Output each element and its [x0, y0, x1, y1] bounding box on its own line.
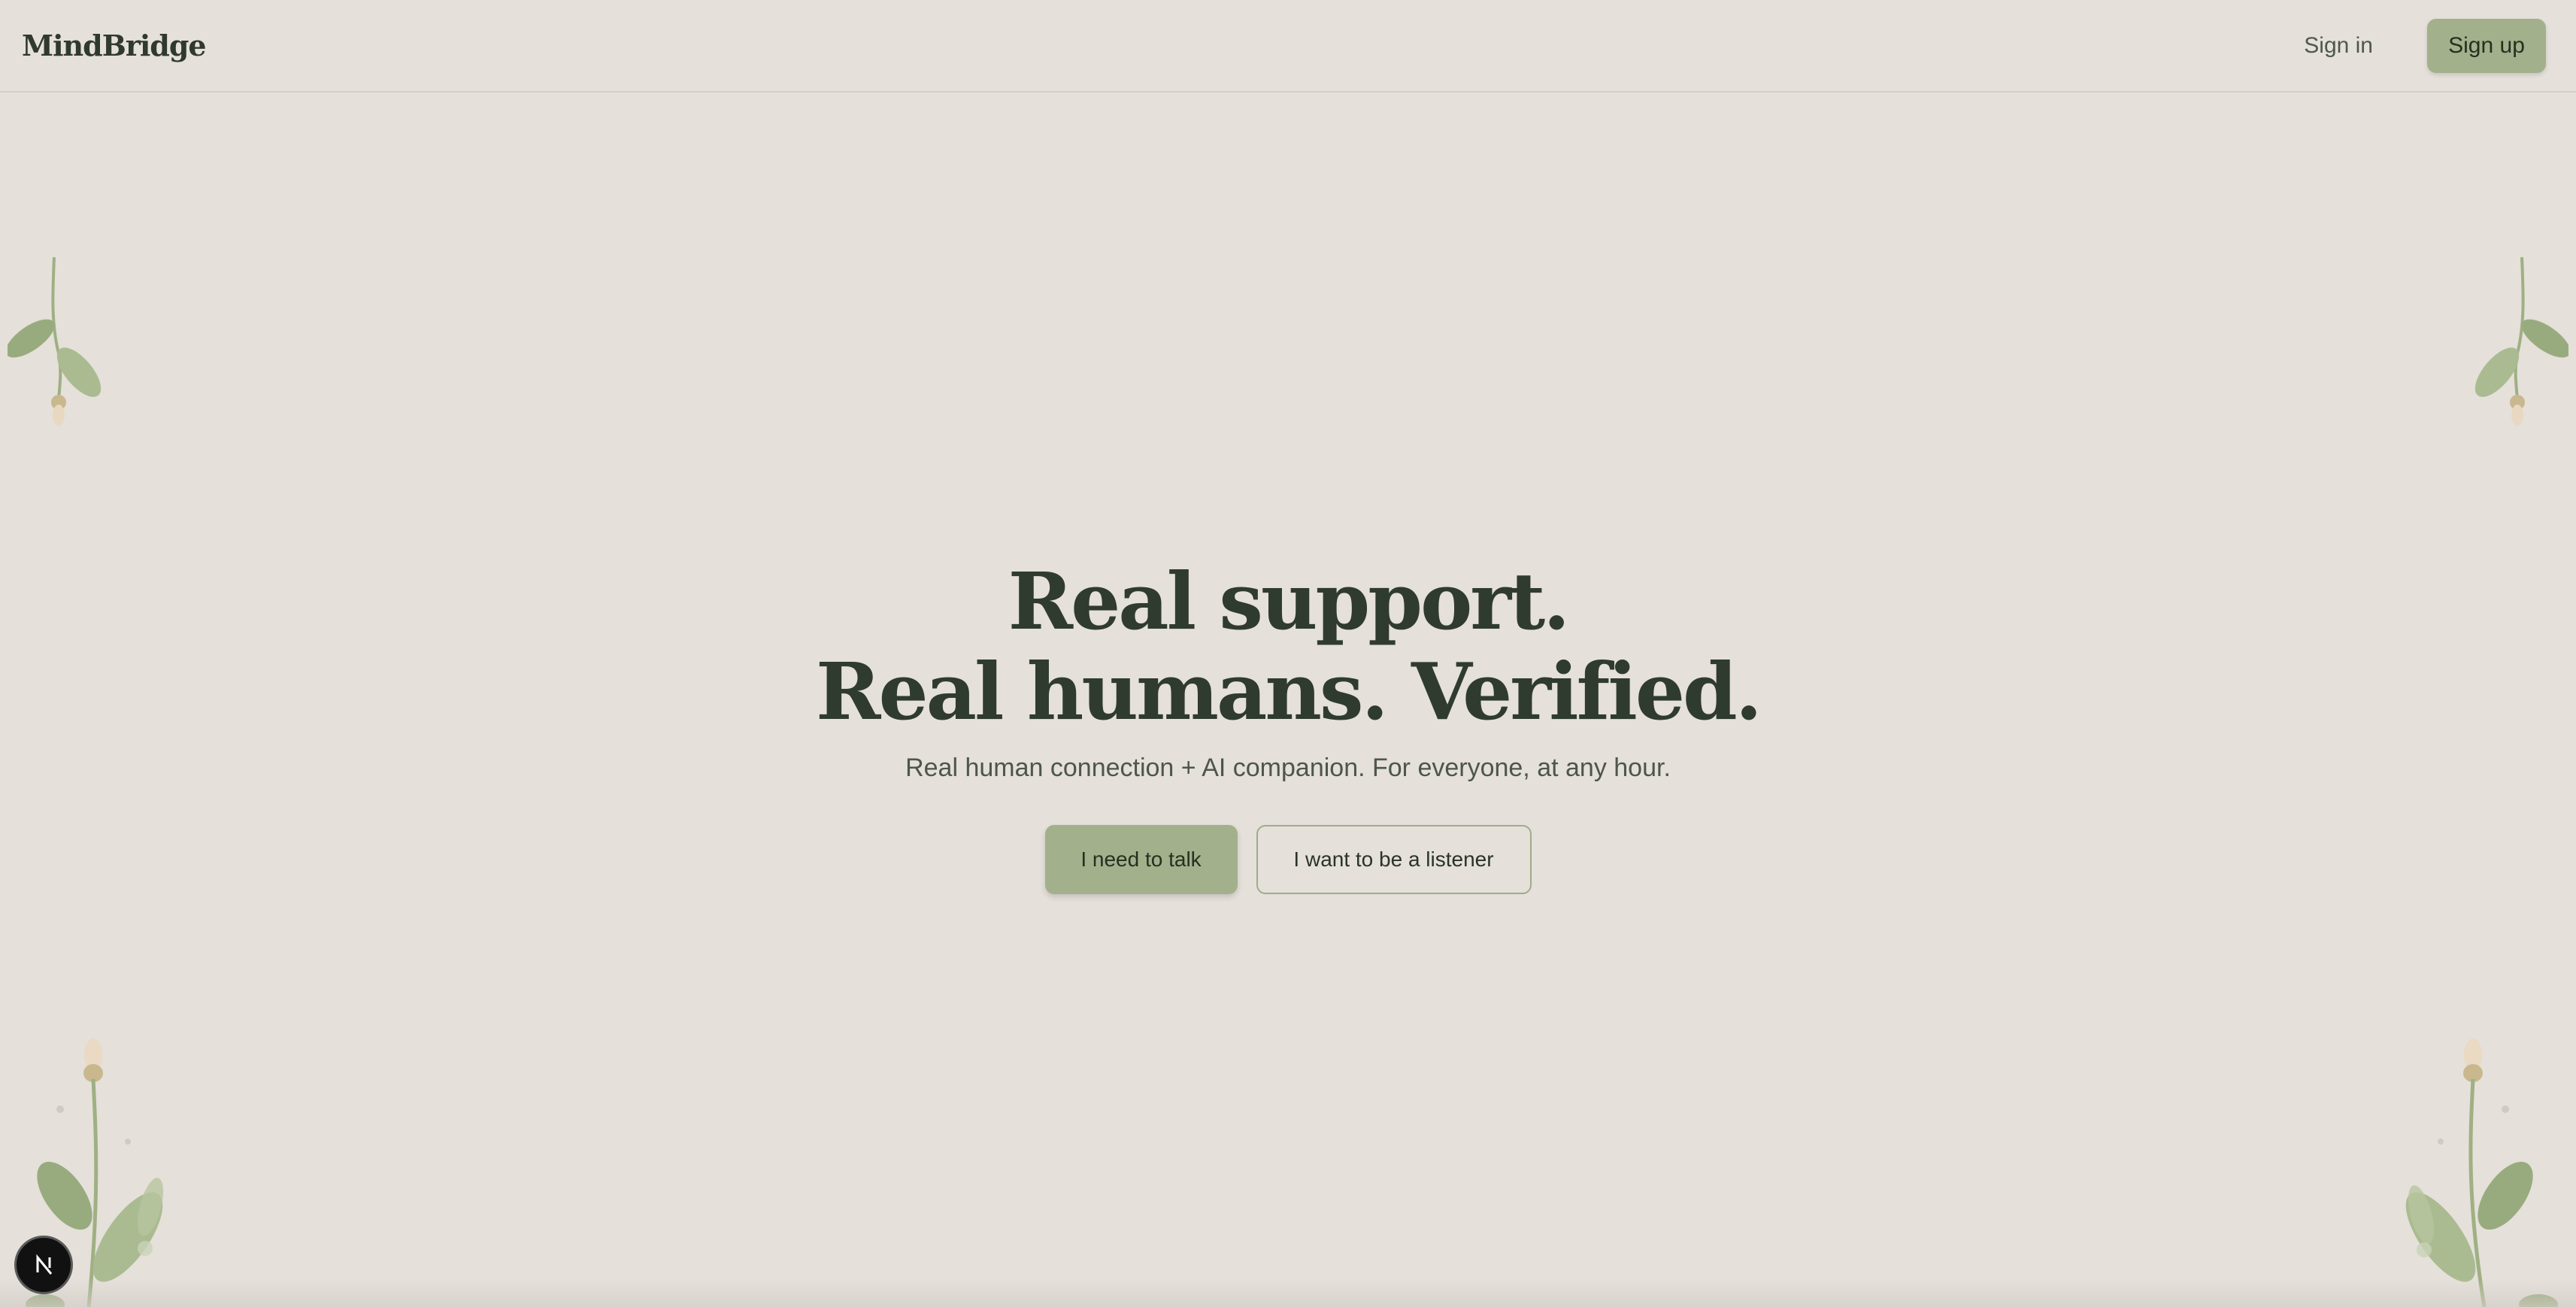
hero-title: Real support. Real humans. Verified.	[0, 556, 2576, 737]
leaf-decoration-top-right	[2474, 256, 2568, 426]
nextjs-dev-indicator-button[interactable]	[14, 1236, 73, 1294]
leaf-decoration-top-left	[8, 256, 102, 426]
signin-button[interactable]: Sign in	[2304, 33, 2373, 59]
nextjs-icon	[36, 1254, 53, 1275]
top-nav: MindBridge Sign in Sign up	[0, 0, 2576, 92]
leaf-decoration-bottom-right	[2405, 1039, 2558, 1307]
header-actions: Sign in Sign up	[2304, 18, 2546, 73]
signup-button[interactable]: Sign up	[2427, 18, 2546, 73]
be-a-listener-button[interactable]: I want to be a listener	[1256, 825, 1532, 894]
cta-group: I need to talk I want to be a listener	[0, 825, 2576, 894]
need-to-talk-button[interactable]: I need to talk	[1044, 825, 1238, 894]
hero-title-line-1: Real support.	[1008, 555, 1571, 647]
landing-page: MindBridge Sign in Sign up Real support.…	[0, 0, 2576, 1307]
hero-subtitle: Real human connection + AI companion. Fo…	[905, 754, 1671, 782]
bottom-fade	[0, 1278, 2576, 1307]
hero-title-line-2: Real humans. Verified.	[816, 645, 1762, 738]
logo[interactable]: MindBridge	[22, 29, 207, 62]
hero-section: Real support. Real humans. Verified. Rea…	[0, 556, 2576, 894]
